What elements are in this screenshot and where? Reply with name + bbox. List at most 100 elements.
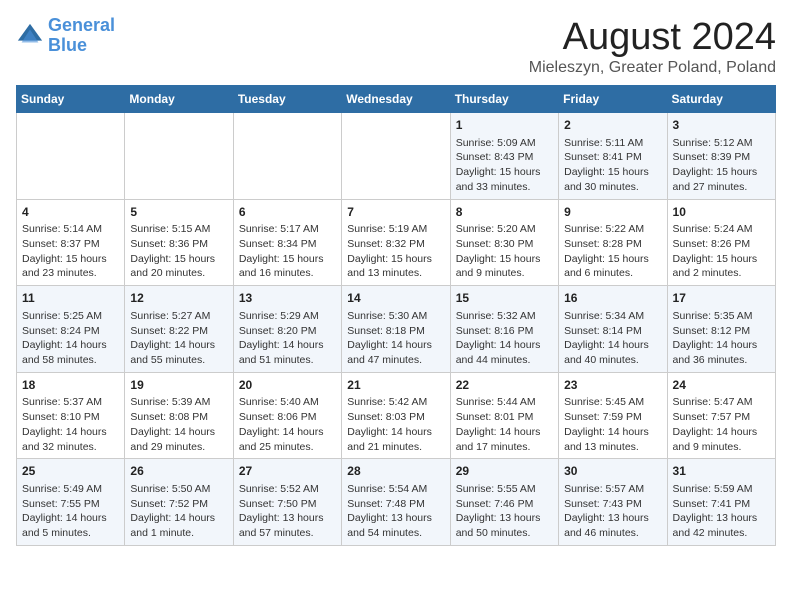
- logo-text: General Blue: [48, 16, 115, 56]
- day-info: Sunrise: 5:39 AMSunset: 8:08 PMDaylight:…: [130, 395, 227, 454]
- day-number: 4: [22, 204, 119, 221]
- calendar-cell: 31 Sunrise: 5:59 AMSunset: 7:41 PMDayligh…: [667, 459, 775, 546]
- day-info: Sunrise: 5:49 AMSunset: 7:55 PMDaylight:…: [22, 482, 119, 541]
- day-info: Sunrise: 5:45 AMSunset: 7:59 PMDaylight:…: [564, 395, 661, 454]
- day-number: 11: [22, 290, 119, 307]
- calendar-cell: 24Sunrise: 5:47 AMSunset: 7:57 PMDayligh…: [667, 372, 775, 459]
- day-info: Sunrise: 5:44 AMSunset: 8:01 PMDaylight:…: [456, 395, 553, 454]
- calendar-cell: [17, 113, 125, 200]
- day-number: 27: [239, 463, 336, 480]
- calendar-cell: 20Sunrise: 5:40 AMSunset: 8:06 PMDayligh…: [233, 372, 341, 459]
- calendar-cell: 17 Sunrise: 5:35 AMSunset: 8:12 PMDayligh…: [667, 286, 775, 373]
- day-info: Sunrise: 5:20 AMSunset: 8:30 PMDaylight:…: [456, 222, 553, 281]
- calendar-cell: 30Sunrise: 5:57 AMSunset: 7:43 PMDayligh…: [559, 459, 667, 546]
- calendar-cell: [233, 113, 341, 200]
- day-info: Sunrise: 5:09 AMSunset: 8:43 PMDaylight:…: [456, 136, 553, 195]
- day-info: Sunrise: 5:19 AMSunset: 8:32 PMDaylight:…: [347, 222, 444, 281]
- calendar-cell: 27 Sunrise: 5:52 AMSunset: 7:50 PMDayligh…: [233, 459, 341, 546]
- calendar-cell: 9Sunrise: 5:22 AMSunset: 8:28 PMDaylight…: [559, 199, 667, 286]
- header-day-saturday: Saturday: [667, 86, 775, 113]
- day-info: Sunrise: 5:35 AMSunset: 8:12 PMDaylight:…: [673, 309, 770, 368]
- day-number: 10: [673, 204, 770, 221]
- day-info: Sunrise: 5:40 AMSunset: 8:06 PMDaylight:…: [239, 395, 336, 454]
- day-info: Sunrise: 5:47 AMSunset: 7:57 PMDaylight:…: [673, 395, 770, 454]
- day-info: Sunrise: 5:37 AMSunset: 8:10 PMDaylight:…: [22, 395, 119, 454]
- day-number: 18: [22, 377, 119, 394]
- logo-line1: General: [48, 15, 115, 35]
- header-day-sunday: Sunday: [17, 86, 125, 113]
- calendar-cell: 7Sunrise: 5:19 AMSunset: 8:32 PMDaylight…: [342, 199, 450, 286]
- day-info: Sunrise: 5:50 AMSunset: 7:52 PMDaylight:…: [130, 482, 227, 541]
- calendar-cell: 22Sunrise: 5:44 AMSunset: 8:01 PMDayligh…: [450, 372, 558, 459]
- header-day-wednesday: Wednesday: [342, 86, 450, 113]
- day-info: Sunrise: 5:29 AMSunset: 8:20 PMDaylight:…: [239, 309, 336, 368]
- day-info: Sunrise: 5:55 AMSunset: 7:46 PMDaylight:…: [456, 482, 553, 541]
- logo: General Blue: [16, 16, 115, 56]
- day-info: Sunrise: 5:32 AMSunset: 8:16 PMDaylight:…: [456, 309, 553, 368]
- calendar-cell: 29Sunrise: 5:55 AMSunset: 7:46 PMDayligh…: [450, 459, 558, 546]
- day-number: 26: [130, 463, 227, 480]
- calendar-cell: 2 Sunrise: 5:11 AMSunset: 8:41 PMDaylight…: [559, 113, 667, 200]
- day-number: 9: [564, 204, 661, 221]
- day-number: 20: [239, 377, 336, 394]
- day-info: Sunrise: 5:14 AMSunset: 8:37 PMDaylight:…: [22, 222, 119, 281]
- day-number: 16: [564, 290, 661, 307]
- calendar-cell: 12 Sunrise: 5:27 AMSunset: 8:22 PMDayligh…: [125, 286, 233, 373]
- day-info: Sunrise: 5:59 AMSunset: 7:41 PMDaylight:…: [673, 482, 770, 541]
- day-info: Sunrise: 5:17 AMSunset: 8:34 PMDaylight:…: [239, 222, 336, 281]
- day-info: Sunrise: 5:34 AMSunset: 8:14 PMDaylight:…: [564, 309, 661, 368]
- day-info: Sunrise: 5:25 AMSunset: 8:24 PMDaylight:…: [22, 309, 119, 368]
- day-info: Sunrise: 5:52 AMSunset: 7:50 PMDaylight:…: [239, 482, 336, 541]
- calendar-week-row: 25Sunrise: 5:49 AMSunset: 7:55 PMDayligh…: [17, 459, 776, 546]
- calendar-cell: 5Sunrise: 5:15 AMSunset: 8:36 PMDaylight…: [125, 199, 233, 286]
- calendar-cell: 11 Sunrise: 5:25 AMSunset: 8:24 PMDayligh…: [17, 286, 125, 373]
- day-info: Sunrise: 5:27 AMSunset: 8:22 PMDaylight:…: [130, 309, 227, 368]
- calendar-cell: 4Sunrise: 5:14 AMSunset: 8:37 PMDaylight…: [17, 199, 125, 286]
- header-day-tuesday: Tuesday: [233, 86, 341, 113]
- header-day-monday: Monday: [125, 86, 233, 113]
- header-day-friday: Friday: [559, 86, 667, 113]
- calendar-cell: [342, 113, 450, 200]
- day-number: 13: [239, 290, 336, 307]
- day-number: 12: [130, 290, 227, 307]
- calendar-week-row: 11 Sunrise: 5:25 AMSunset: 8:24 PMDayligh…: [17, 286, 776, 373]
- day-info: Sunrise: 5:22 AMSunset: 8:28 PMDaylight:…: [564, 222, 661, 281]
- calendar-cell: 14 Sunrise: 5:30 AMSunset: 8:18 PMDayligh…: [342, 286, 450, 373]
- day-number: 14: [347, 290, 444, 307]
- day-number: 2: [564, 117, 661, 134]
- day-number: 6: [239, 204, 336, 221]
- day-number: 24: [673, 377, 770, 394]
- calendar-cell: 18Sunrise: 5:37 AMSunset: 8:10 PMDayligh…: [17, 372, 125, 459]
- calendar-header-row: SundayMondayTuesdayWednesdayThursdayFrid…: [17, 86, 776, 113]
- day-number: 5: [130, 204, 227, 221]
- day-info: Sunrise: 5:11 AMSunset: 8:41 PMDaylight:…: [564, 136, 661, 195]
- main-title: August 2024: [529, 16, 776, 59]
- day-number: 1: [456, 117, 553, 134]
- header-day-thursday: Thursday: [450, 86, 558, 113]
- calendar-cell: 3 Sunrise: 5:12 AMSunset: 8:39 PMDaylight…: [667, 113, 775, 200]
- calendar-cell: 19Sunrise: 5:39 AMSunset: 8:08 PMDayligh…: [125, 372, 233, 459]
- calendar-cell: 26 Sunrise: 5:50 AMSunset: 7:52 PMDayligh…: [125, 459, 233, 546]
- logo-line2: Blue: [48, 35, 87, 55]
- calendar-cell: 6Sunrise: 5:17 AMSunset: 8:34 PMDaylight…: [233, 199, 341, 286]
- day-number: 31: [673, 463, 770, 480]
- day-number: 3: [673, 117, 770, 134]
- logo-icon: [16, 22, 44, 50]
- day-info: Sunrise: 5:54 AMSunset: 7:48 PMDaylight:…: [347, 482, 444, 541]
- calendar-cell: 21Sunrise: 5:42 AMSunset: 8:03 PMDayligh…: [342, 372, 450, 459]
- day-number: 7: [347, 204, 444, 221]
- day-number: 15: [456, 290, 553, 307]
- day-info: Sunrise: 5:57 AMSunset: 7:43 PMDaylight:…: [564, 482, 661, 541]
- calendar-week-row: 18Sunrise: 5:37 AMSunset: 8:10 PMDayligh…: [17, 372, 776, 459]
- calendar-cell: 28Sunrise: 5:54 AMSunset: 7:48 PMDayligh…: [342, 459, 450, 546]
- calendar-week-row: 4Sunrise: 5:14 AMSunset: 8:37 PMDaylight…: [17, 199, 776, 286]
- calendar-week-row: 1 Sunrise: 5:09 AMSunset: 8:43 PMDaylight…: [17, 113, 776, 200]
- day-number: 17: [673, 290, 770, 307]
- day-number: 22: [456, 377, 553, 394]
- day-info: Sunrise: 5:12 AMSunset: 8:39 PMDaylight:…: [673, 136, 770, 195]
- subtitle: Mieleszyn, Greater Poland, Poland: [529, 59, 776, 77]
- day-info: Sunrise: 5:30 AMSunset: 8:18 PMDaylight:…: [347, 309, 444, 368]
- day-info: Sunrise: 5:15 AMSunset: 8:36 PMDaylight:…: [130, 222, 227, 281]
- calendar-table: SundayMondayTuesdayWednesdayThursdayFrid…: [16, 85, 776, 546]
- day-number: 21: [347, 377, 444, 394]
